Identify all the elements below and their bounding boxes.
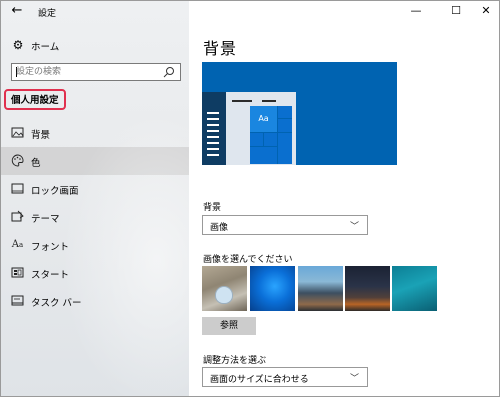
maximize-button[interactable]: ☐ xyxy=(441,1,471,21)
preview-line xyxy=(207,124,219,126)
title-bar: ← 設定 xyxy=(1,1,189,23)
background-type-dropdown[interactable]: 画像 ﹀ xyxy=(202,215,368,235)
sidebar-item-label: スタート xyxy=(31,270,70,281)
browse-button[interactable]: 参照 xyxy=(202,317,256,335)
preview-tile xyxy=(264,133,277,146)
dropdown-value: 画面のサイズに合わせる xyxy=(210,375,309,385)
choose-image-label: 画像を選んでください xyxy=(203,255,293,265)
sidebar-item-color[interactable]: 色 xyxy=(1,147,189,175)
app-title: 設定 xyxy=(38,9,57,19)
sidebar-item-start[interactable]: スタート xyxy=(1,259,189,287)
sidebar-item-label: 背景 xyxy=(31,130,51,141)
preview-sample-text: Aa xyxy=(250,106,277,132)
search-input[interactable] xyxy=(16,64,161,80)
background-preview: Aa xyxy=(202,62,397,165)
picture-icon xyxy=(11,126,24,139)
thumbnail-windows-blue[interactable] xyxy=(250,266,295,311)
bird-shape xyxy=(215,286,233,304)
search-icon[interactable] xyxy=(163,66,175,78)
background-label: 背景 xyxy=(203,203,222,213)
sidebar-item-label: ロック画面 xyxy=(31,186,79,197)
sidebar-item-theme[interactable]: テーマ xyxy=(1,203,189,231)
sidebar-item-taskbar[interactable]: タスク バー xyxy=(1,287,189,315)
chevron-down-icon: ﹀ xyxy=(349,374,359,384)
fit-dropdown[interactable]: 画面のサイズに合わせる ﹀ xyxy=(202,367,368,387)
main-content: — ☐ ✕ 背景 Aa 背景 画像 ﹀ 画像を選んでください 参照 調整方法を選… xyxy=(189,1,499,396)
palette-icon xyxy=(11,154,24,167)
home-nav-item[interactable]: ⚙ ホーム xyxy=(1,35,189,55)
sidebar-item-label: 色 xyxy=(31,158,41,169)
sidebar-item-background[interactable]: 背景 xyxy=(1,119,189,147)
preview-tile xyxy=(278,119,292,132)
image-thumbnails xyxy=(202,266,438,312)
preview-tile xyxy=(278,106,292,118)
close-button[interactable]: ✕ xyxy=(471,1,499,21)
preview-line xyxy=(262,100,276,102)
thumbnail-budgie[interactable] xyxy=(202,266,247,311)
sidebar: ← 設定 ⚙ ホーム 個人用設定 背景 色 xyxy=(1,1,189,396)
theme-icon xyxy=(11,210,24,223)
preview-tile xyxy=(278,133,292,164)
preview-line xyxy=(207,148,219,150)
preview-line xyxy=(207,112,219,114)
lock-screen-icon xyxy=(11,182,24,195)
home-label: ホーム xyxy=(31,42,60,53)
sidebar-item-lock-screen[interactable]: ロック画面 xyxy=(1,175,189,203)
thumbnail-night-sky[interactable] xyxy=(345,266,390,311)
sidebar-item-label: フォント xyxy=(31,242,70,253)
home-gear-icon: ⚙ xyxy=(12,38,24,52)
preview-line xyxy=(232,100,252,102)
font-icon: Aa xyxy=(11,239,24,250)
minimize-button[interactable]: — xyxy=(401,1,431,21)
preview-line xyxy=(207,154,219,156)
settings-window: ← 設定 ⚙ ホーム 個人用設定 背景 色 xyxy=(0,0,500,397)
preview-line xyxy=(207,118,219,120)
start-icon xyxy=(11,266,24,279)
preview-line xyxy=(207,130,219,132)
preview-tile xyxy=(250,133,263,146)
taskbar-icon xyxy=(11,294,24,307)
preview-tile xyxy=(250,147,277,164)
chevron-down-icon: ﹀ xyxy=(349,222,359,232)
fit-label: 調整方法を選ぶ xyxy=(203,356,267,366)
page-title: 背景 xyxy=(203,39,238,58)
search-box[interactable] xyxy=(11,63,181,81)
thumbnail-underwater[interactable] xyxy=(392,266,437,311)
back-arrow-icon[interactable]: ← xyxy=(9,3,25,19)
preview-line xyxy=(207,136,219,138)
section-title-personalization: 個人用設定 xyxy=(4,89,66,110)
sidebar-item-label: テーマ xyxy=(31,214,60,225)
sidebar-item-label: タスク バー xyxy=(31,298,82,309)
thumbnail-beach[interactable] xyxy=(298,266,343,311)
sidebar-item-font[interactable]: Aa フォント xyxy=(1,231,189,259)
dropdown-value: 画像 xyxy=(210,223,229,233)
preview-line xyxy=(207,142,219,144)
